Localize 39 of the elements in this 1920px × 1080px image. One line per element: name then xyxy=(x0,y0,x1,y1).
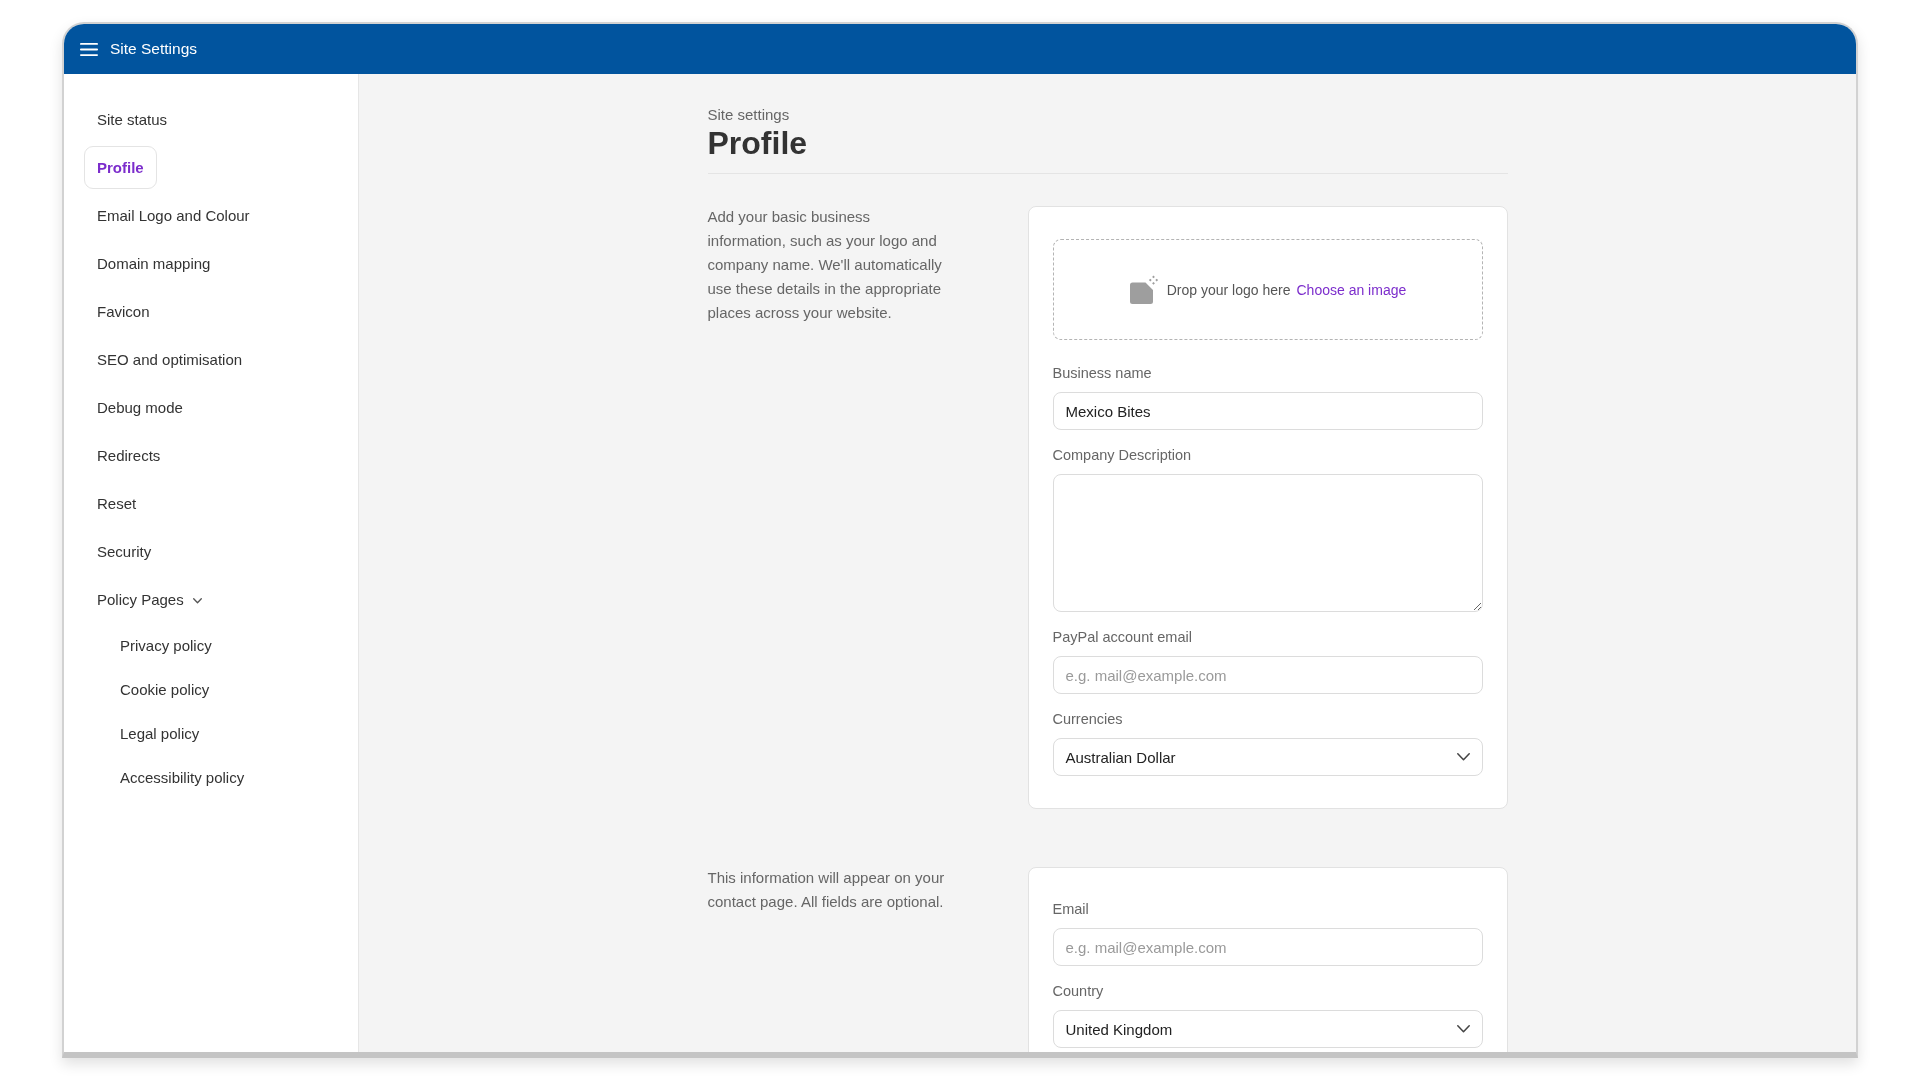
field-label: Company Description xyxy=(1052,446,1193,464)
sidebar-subitem[interactable]: Accessibility policy xyxy=(107,758,258,797)
field-label: Email xyxy=(1052,900,1090,918)
text-input[interactable]: e.g. mail@example.com xyxy=(1052,656,1483,694)
sidebar-item[interactable]: Domain mapping xyxy=(84,242,224,285)
sidebar-item[interactable]: Reset xyxy=(84,482,150,525)
section-description: Add your basic business information, such as your logo and company name. We'll automatically use these details in the appropriate places across your website. xyxy=(707,207,943,323)
text-input[interactable]: e.g. mail@example.com xyxy=(1052,928,1483,966)
sidebar-item[interactable]: Favicon xyxy=(84,290,163,333)
upload-dropzone[interactable]: Drop your logo here Choose an image xyxy=(1052,239,1483,340)
app-title: Site Settings xyxy=(110,40,198,58)
textarea-field[interactable] xyxy=(1052,474,1483,612)
dropdown-select[interactable]: United Kingdom xyxy=(1052,1010,1483,1048)
sidebar-item[interactable]: Site status xyxy=(84,98,181,141)
upload-hint: Drop your logo here xyxy=(1166,281,1291,298)
sidebar-subitem[interactable]: Cookie policy xyxy=(107,670,223,709)
sidebar-item[interactable]: Policy Pages xyxy=(84,578,215,621)
sidebar-item[interactable]: Redirects xyxy=(84,434,174,477)
chevron-down-icon xyxy=(1456,753,1470,761)
sidebar-item[interactable]: Email Logo and Colour xyxy=(84,194,263,237)
menu-icon[interactable] xyxy=(80,42,98,56)
text-input[interactable]: Mexico Bites xyxy=(1052,392,1483,430)
chevron-down-icon xyxy=(1456,1025,1470,1033)
breadcrumb: Site settings xyxy=(707,106,791,124)
page-title: Profile xyxy=(707,124,809,162)
sidebar-item[interactable]: Debug mode xyxy=(84,386,196,429)
sidebar-item[interactable]: Profile xyxy=(84,146,157,189)
file-sparkle-icon xyxy=(1128,275,1159,304)
section-description: This information will appear on your contact page. All fields are optional. xyxy=(707,868,946,912)
field-label: PayPal account email xyxy=(1052,628,1193,646)
sidebar-subitem[interactable]: Privacy policy xyxy=(107,626,225,665)
field-label: Currencies xyxy=(1052,710,1124,728)
choose-image-link[interactable]: Choose an image xyxy=(1296,281,1407,298)
sidebar-subitem[interactable]: Legal policy xyxy=(107,714,213,753)
sidebar-item[interactable]: SEO and optimisation xyxy=(84,338,256,381)
field-label: Country xyxy=(1052,982,1105,1000)
dropdown-select[interactable]: Australian Dollar xyxy=(1052,738,1483,776)
field-label: Business name xyxy=(1052,364,1153,382)
sidebar-item[interactable]: Security xyxy=(84,530,165,573)
